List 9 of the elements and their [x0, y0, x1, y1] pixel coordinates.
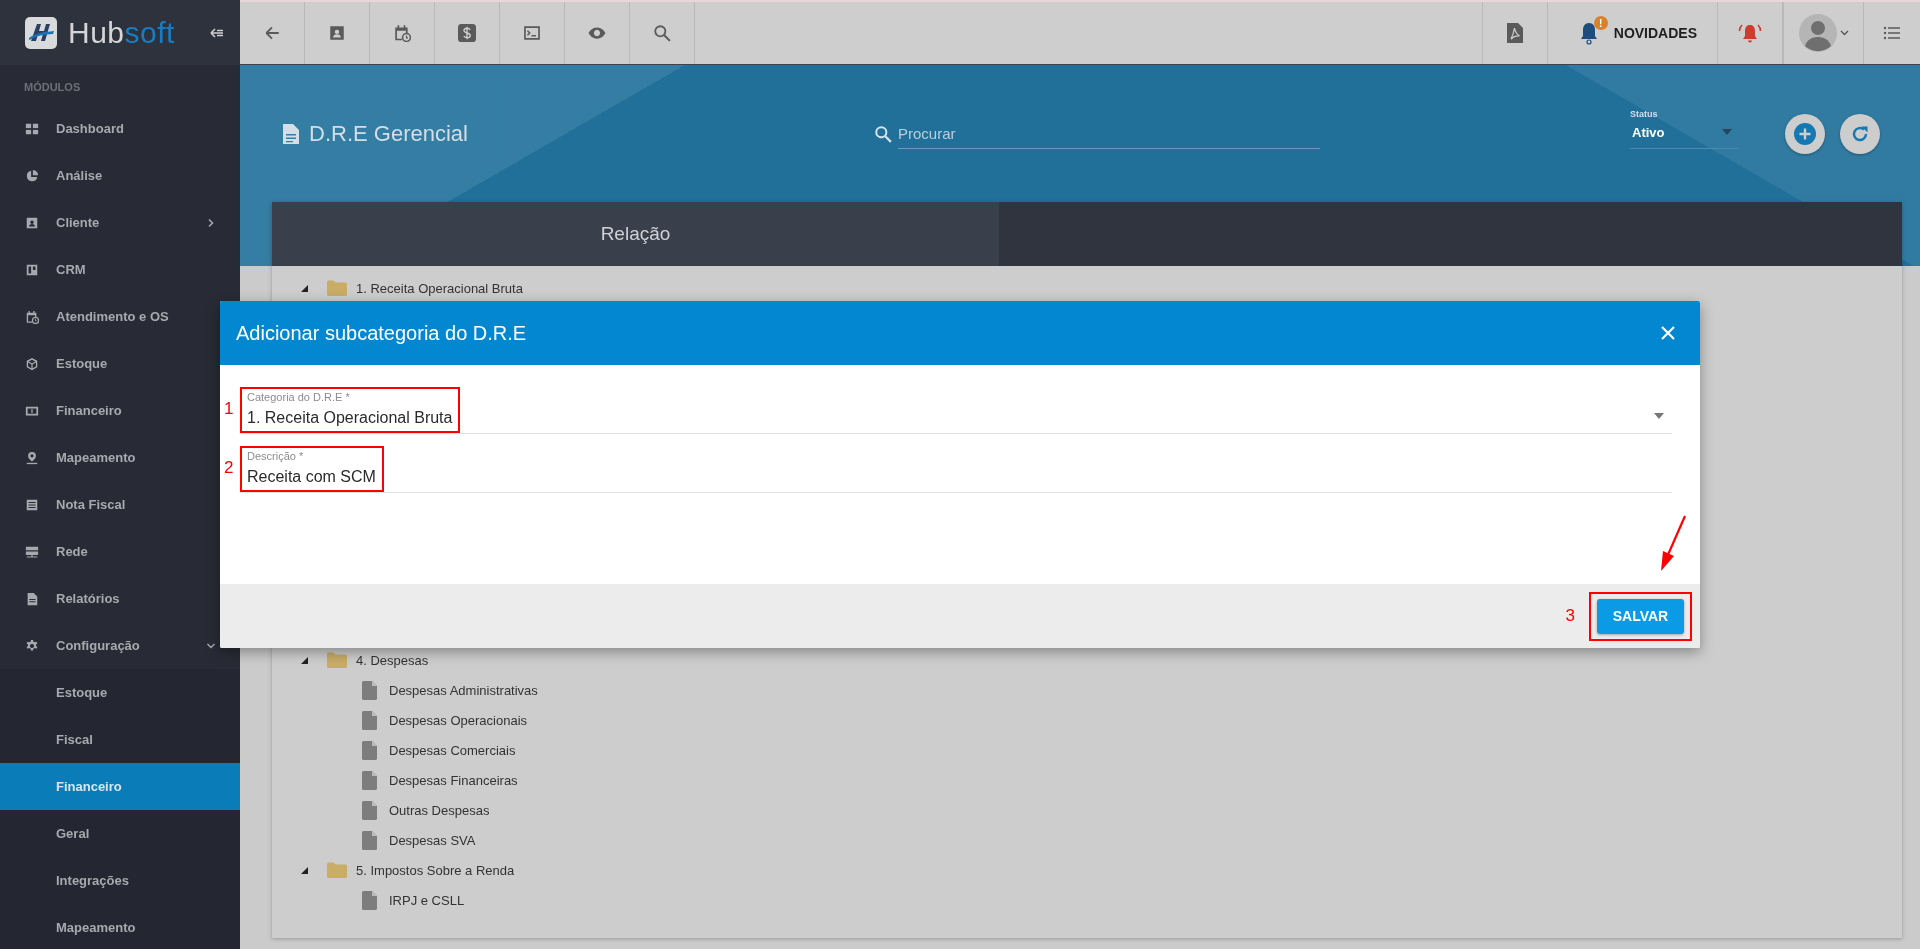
annotation-number: 1: [224, 399, 234, 419]
page-title: D.R.E Gerencial: [309, 120, 468, 147]
annotation-number: 3: [1565, 606, 1575, 626]
status-label: Status: [1630, 108, 1659, 119]
annotation-number: 2: [224, 458, 234, 478]
section-label: MÓDULOS: [23, 80, 82, 95]
notification-badge: !: [1593, 16, 1608, 30]
dialog-title: Adicionar subcategoria do D.R.E: [236, 321, 528, 345]
brand-logo: Hubsoft: [68, 15, 175, 50]
